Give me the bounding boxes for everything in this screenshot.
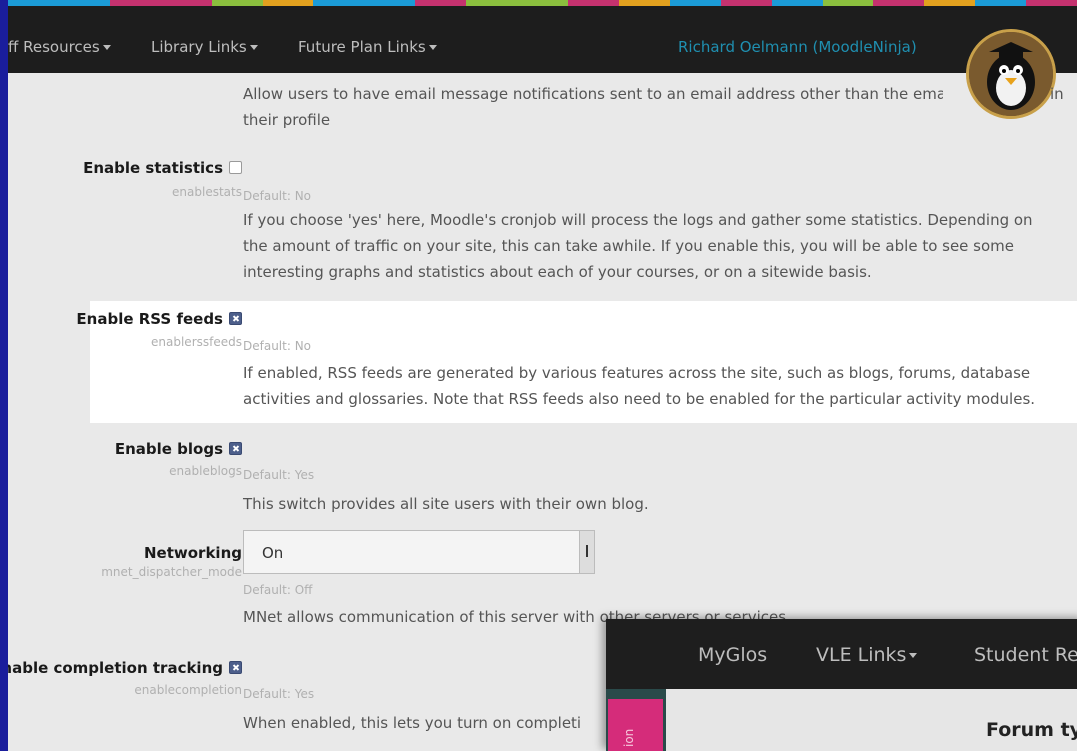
setting-default: Default: Off (243, 583, 313, 597)
top-navbar: ff Resources Library Links Future Plan L… (8, 6, 1077, 119)
enablecompletion-checkbox[interactable] (229, 661, 242, 674)
enablestats-checkbox[interactable] (229, 161, 242, 174)
sidebar-tab-label: ion (622, 728, 636, 747)
setting-default: Default: Yes (243, 687, 315, 701)
setting-key: enablerssfeeds (151, 335, 242, 349)
overlay-window: MyGlos VLE Links Student Re ion Forum ty (606, 619, 1077, 751)
setting-key: mnet_dispatcher_mode (101, 565, 242, 579)
networking-select[interactable]: On (243, 530, 595, 574)
setting-description: If you choose 'yes' here, Moodle's cronj… (243, 211, 1033, 281)
forum-type-heading: Forum ty (986, 719, 1077, 741)
setting-label: Enable statistics (83, 159, 242, 177)
nav-myglos[interactable]: MyGlos (698, 644, 767, 666)
nav-vle-links[interactable]: VLE Links (816, 644, 918, 666)
setting-description-tail: in (1050, 85, 1064, 103)
label-text: Enable RSS feeds (76, 310, 223, 328)
setting-description: This switch provides all site users with… (243, 495, 649, 513)
select-value: On (262, 544, 284, 562)
nav-future-plan-links[interactable]: Future Plan Links (298, 38, 437, 56)
overlay-sidebar: ion (606, 689, 666, 751)
nav-label: Future Plan Links (298, 38, 426, 56)
label-text: Enable completion tracking (8, 659, 223, 677)
setting-default: Default: No (243, 339, 312, 353)
caret-down-icon (909, 653, 918, 658)
setting-label: Enable blogs (115, 440, 242, 458)
user-menu-name[interactable]: Richard Oelmann (MoodleNinja) (678, 38, 917, 56)
setting-label: Enable RSS feeds (76, 310, 242, 328)
sidebar-tab[interactable]: ion (608, 699, 663, 751)
enablerssfeeds-checkbox[interactable] (229, 312, 242, 325)
setting-key: enablecompletion (134, 683, 242, 697)
enableblogs-checkbox[interactable] (229, 442, 242, 455)
setting-label: Enable completion tracking (8, 659, 242, 677)
setting-description-line2: their profile (243, 111, 331, 129)
caret-down-icon (428, 45, 437, 50)
label-text: Enable statistics (83, 159, 223, 177)
label-text: Enable blogs (114, 440, 223, 458)
setting-key: enablestats (172, 185, 242, 199)
caret-down-icon (102, 45, 111, 50)
setting-description: If enabled, RSS feeds are generated by v… (243, 364, 1036, 408)
browser-window: ff Resources Library Links Future Plan L… (8, 0, 1077, 751)
nav-label: VLE Links (816, 644, 907, 666)
setting-description: Allow users to have email message notifi… (243, 85, 943, 103)
nav-label: Library Links (151, 38, 247, 56)
select-scroll-handle[interactable] (579, 531, 594, 573)
nav-label: ff Resources (8, 38, 100, 56)
caret-down-icon (249, 45, 258, 50)
setting-default: Default: Yes (243, 468, 315, 482)
setting-key: enableblogs (169, 464, 242, 478)
setting-label: Networking (144, 544, 242, 562)
nav-library-links[interactable]: Library Links (151, 38, 258, 56)
nav-student-resources[interactable]: Student Re (974, 644, 1077, 666)
overlay-navbar: MyGlos VLE Links Student Re (606, 619, 1077, 689)
setting-default: Default: No (243, 189, 312, 203)
nav-staff-resources[interactable]: ff Resources (8, 38, 111, 56)
